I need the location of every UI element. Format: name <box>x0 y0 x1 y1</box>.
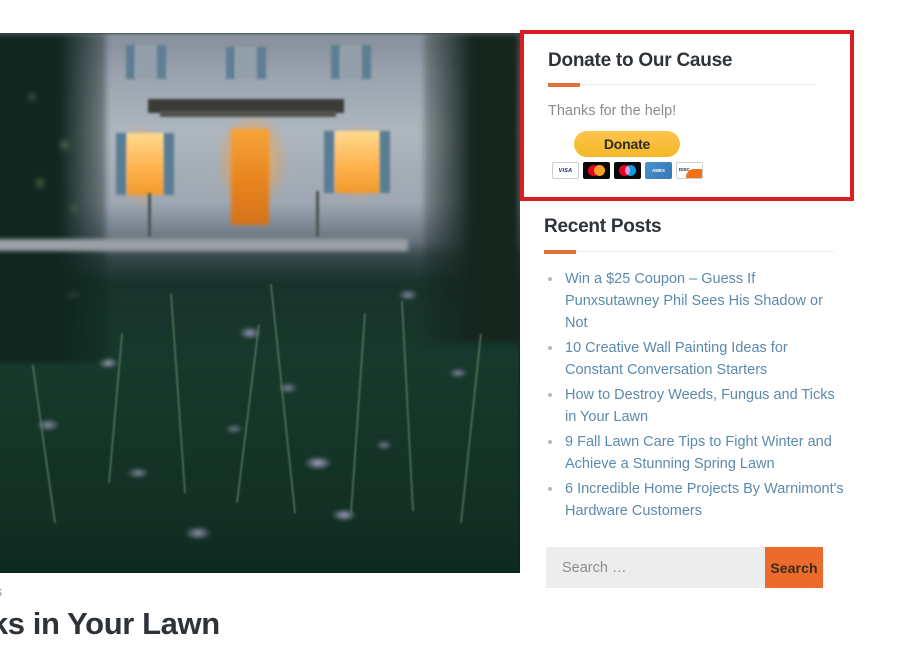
donate-widget-inner: Donate to Our Cause Thanks for the help!… <box>524 34 850 189</box>
recent-post-link[interactable]: How to Destroy Weeds, Fungus and Ticks i… <box>565 387 835 425</box>
lit-window <box>335 131 380 193</box>
article-column: omments Fungus and Ticks in Your Lawn <box>0 0 520 656</box>
recent-post-link[interactable]: 9 Fall Lawn Care Tips to Fight Winter an… <box>565 434 832 472</box>
donate-thanks-text: Thanks for the help! <box>548 103 677 119</box>
recent-post-link[interactable]: 10 Creative Wall Painting Ideas for Cons… <box>565 340 788 378</box>
list-item: How to Destroy Weeds, Fungus and Ticks i… <box>544 384 844 428</box>
donate-widget-divider <box>548 82 816 87</box>
amex-card-icon: AMEX <box>645 162 672 179</box>
mastercard-card-icon <box>583 162 610 179</box>
list-item: 6 Incredible Home Projects By Warnimont'… <box>544 478 844 522</box>
article-hero-image <box>0 33 520 573</box>
page-title: Fungus and Ticks in Your Lawn <box>0 606 220 641</box>
donate-widget-title: Donate to Our Cause <box>548 50 733 71</box>
maestro-card-icon <box>614 162 641 179</box>
post-meta-comments: omments <box>0 584 2 599</box>
visa-card-icon: VISA <box>552 162 579 179</box>
paypal-donate-button[interactable]: Donate <box>574 131 680 157</box>
hero-foliage-left <box>0 33 106 363</box>
lamp-post <box>148 193 151 237</box>
house-shutter <box>226 47 235 79</box>
house-window <box>135 45 157 79</box>
recent-posts-widget: Recent Posts Win a $25 Coupon – Guess If… <box>544 216 844 525</box>
page-root: omments Fungus and Ticks in Your Lawn Do… <box>0 0 900 656</box>
house-shutter <box>126 45 135 79</box>
porch-roof-edge <box>160 111 336 117</box>
list-item: 10 Creative Wall Painting Ideas for Cons… <box>544 337 844 381</box>
list-item: Win a $25 Coupon – Guess If Punxsutawney… <box>544 268 844 334</box>
house-shutter <box>324 131 334 193</box>
recent-posts-title: Recent Posts <box>544 216 662 237</box>
recent-post-link[interactable]: 6 Incredible Home Projects By Warnimont'… <box>565 481 844 519</box>
house-shutter <box>380 131 390 193</box>
recent-posts-divider <box>544 249 834 254</box>
house-window <box>340 45 362 79</box>
house-shutter <box>164 133 174 195</box>
hero-foliage-right <box>424 33 520 343</box>
house-shutter <box>116 133 126 195</box>
list-item: 9 Fall Lawn Care Tips to Fight Winter an… <box>544 431 844 475</box>
search-input[interactable] <box>546 547 765 588</box>
lamp-post <box>316 191 319 237</box>
recent-post-link[interactable]: Win a $25 Coupon – Guess If Punxsutawney… <box>565 271 823 331</box>
donate-widget: Donate to Our Cause Thanks for the help!… <box>520 30 854 201</box>
lit-window <box>127 133 164 195</box>
discover-card-icon: DISC <box>676 162 703 179</box>
house-shutter <box>257 47 266 79</box>
house-shutter <box>157 45 166 79</box>
recent-posts-list: Win a $25 Coupon – Guess If Punxsutawney… <box>544 268 844 522</box>
search-button[interactable]: Search <box>765 547 823 588</box>
search-widget: Search <box>546 547 823 588</box>
house-window <box>235 47 257 79</box>
house-shutter <box>362 45 371 79</box>
walkway <box>0 239 408 251</box>
accepted-cards-row: VISA AMEX DISC <box>552 162 828 179</box>
lit-front-door <box>231 129 269 225</box>
house-shutter <box>331 45 340 79</box>
